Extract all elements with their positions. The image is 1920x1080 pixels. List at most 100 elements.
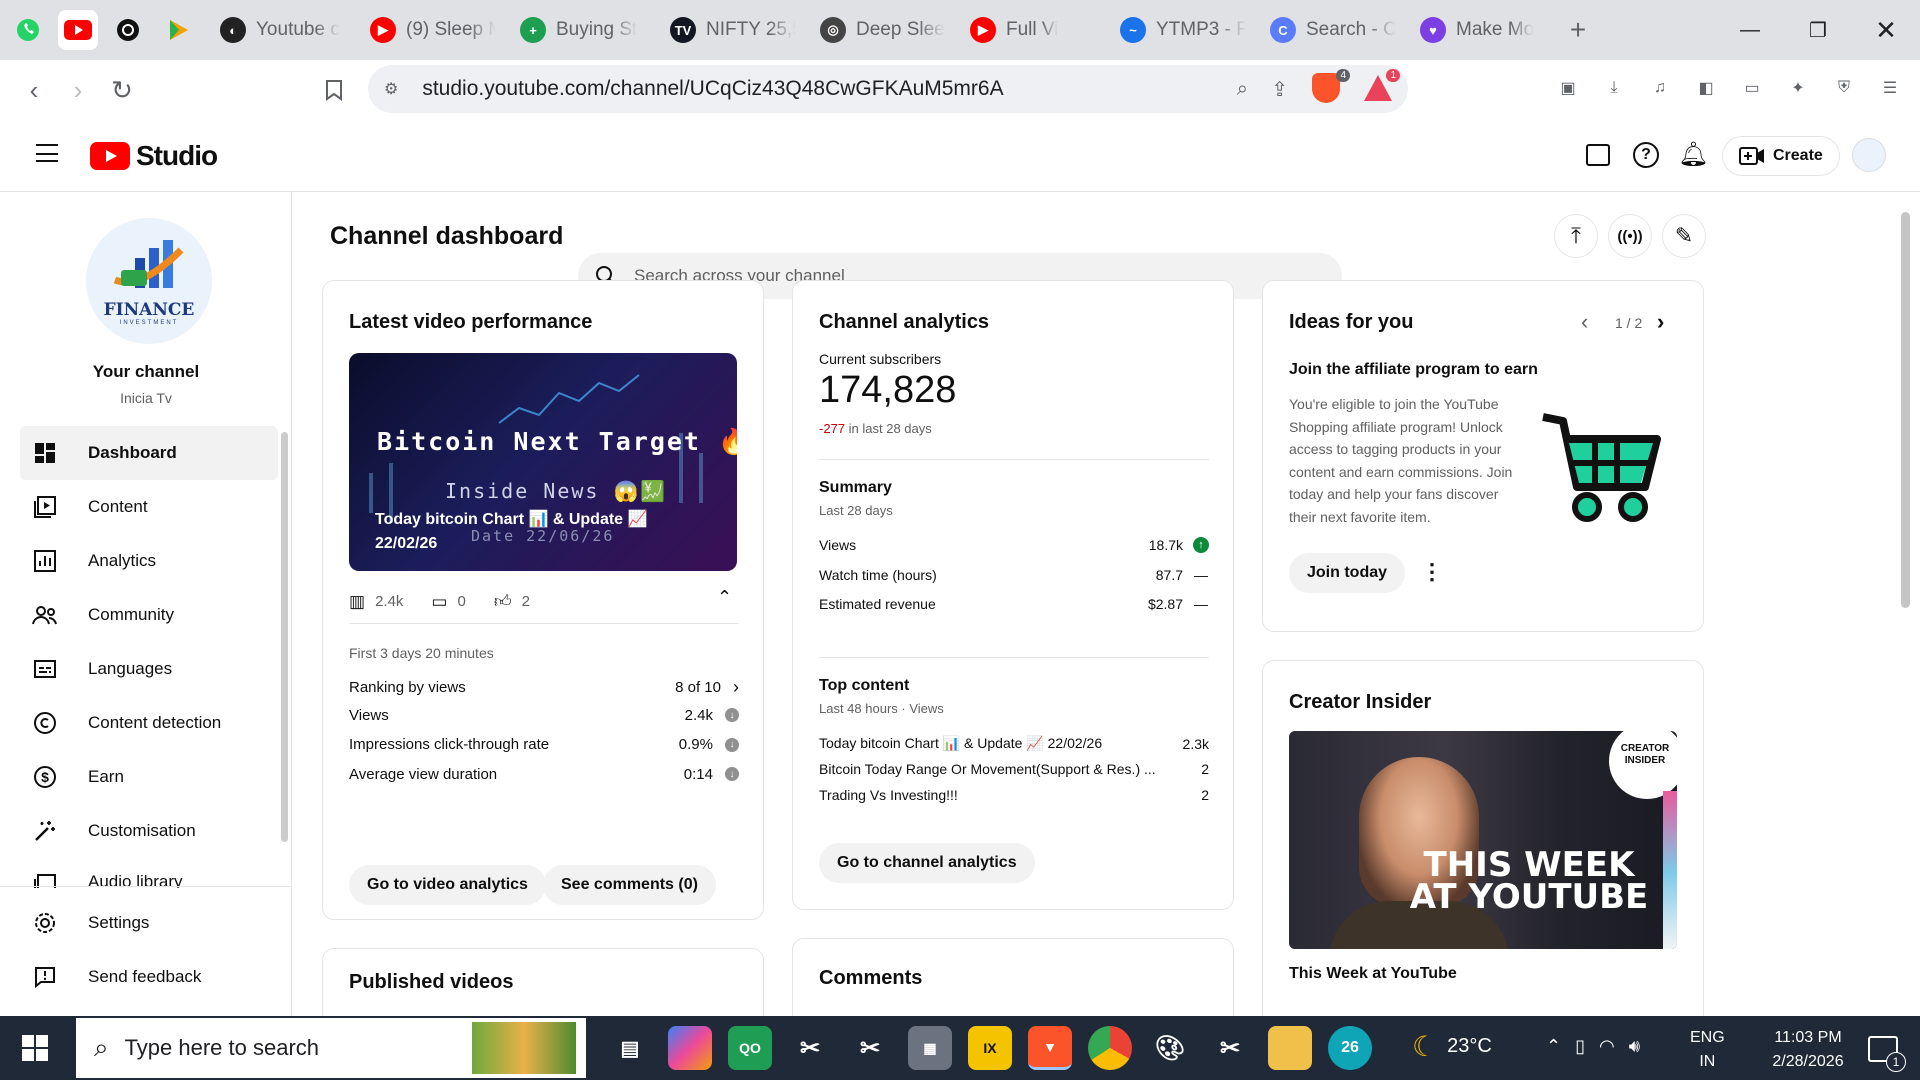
calculator-icon[interactable]: ▦: [908, 1026, 952, 1070]
news-icon[interactable]: 26: [1328, 1026, 1372, 1070]
start-button[interactable]: [0, 1016, 70, 1080]
minimize-button[interactable]: —: [1716, 0, 1784, 60]
sidebar-item-earn[interactable]: $ Earn: [20, 750, 278, 804]
sidebar-item-content[interactable]: Content: [20, 480, 278, 534]
browser-tab[interactable]: + Buying St: [508, 10, 658, 50]
browser-tab[interactable]: C Search - C: [1258, 10, 1408, 50]
create-button[interactable]: Create: [1722, 136, 1840, 176]
go-to-channel-analytics-button[interactable]: Go to channel analytics: [819, 843, 1035, 883]
brave-taskbar-icon[interactable]: ▼: [1028, 1026, 1072, 1070]
ideas-prev-icon[interactable]: ‹: [1581, 309, 1588, 335]
sidebar-item-settings[interactable]: Settings: [20, 896, 278, 950]
video-stat-row[interactable]: Ranking by views 8 of 10 ›: [349, 677, 739, 698]
top-content-row[interactable]: Trading Vs Investing!!! 2: [819, 787, 1209, 803]
share-icon[interactable]: ⇪: [1271, 77, 1288, 102]
ideas-next-icon[interactable]: ›: [1657, 309, 1664, 335]
channel-avatar[interactable]: FINANCE INVESTMENT: [86, 218, 212, 344]
browser-tab[interactable]: ▶ (9) Sleep M: [358, 10, 508, 50]
sidebar-scrollbar[interactable]: [281, 432, 288, 842]
create-post-icon[interactable]: ✎: [1662, 214, 1706, 258]
sidebar-item-analytics[interactable]: Analytics: [20, 534, 278, 588]
go-live-icon[interactable]: ((•)): [1608, 214, 1652, 258]
studio-logo[interactable]: Studio: [90, 140, 218, 172]
reader-mode-icon[interactable]: ▣: [1550, 70, 1586, 106]
video-thumbnail[interactable]: Bitcoin Next Target 🔥🔥 Inside News 😱💹 To…: [349, 353, 737, 571]
more-options-icon[interactable]: ⋮: [1421, 559, 1443, 585]
bookmark-icon[interactable]: [312, 68, 356, 112]
task-view-icon[interactable]: ▤: [608, 1026, 652, 1070]
feedback-icon[interactable]: [1586, 144, 1610, 166]
chatgpt-pinned-tab[interactable]: [108, 10, 148, 50]
forward-icon[interactable]: ›: [56, 68, 100, 112]
zoom-icon[interactable]: ⌕: [1237, 78, 1248, 101]
wallet-icon[interactable]: ▭: [1734, 70, 1770, 106]
main-scrollbar[interactable]: [1901, 212, 1910, 608]
player-pinned-tab[interactable]: [158, 10, 198, 50]
collapse-chevron-icon[interactable]: ⌃: [717, 587, 732, 608]
capcut-icon[interactable]: ✂: [788, 1026, 832, 1070]
menu-icon[interactable]: ☰: [1872, 70, 1908, 106]
chevron-right-icon[interactable]: ›: [733, 677, 739, 698]
sidebar-icon[interactable]: ◧: [1688, 70, 1724, 106]
youtube-pinned-tab[interactable]: [58, 10, 98, 50]
sidebar-item-feedback[interactable]: Send feedback: [20, 950, 278, 1004]
join-today-button[interactable]: Join today: [1289, 553, 1406, 593]
wifi-icon[interactable]: ◠: [1599, 1036, 1615, 1057]
weather-temp[interactable]: 23°C: [1447, 1035, 1492, 1058]
volume-icon[interactable]: 🔊︎: [1629, 1036, 1640, 1057]
sidebar-item-languages[interactable]: Languages: [20, 642, 278, 696]
site-settings-icon[interactable]: ⚙: [384, 79, 398, 99]
go-to-video-analytics-button[interactable]: Go to video analytics: [349, 865, 546, 905]
comments-icon: ▭: [431, 591, 448, 611]
music-icon[interactable]: ♫: [1642, 70, 1678, 106]
vpn-icon[interactable]: ⛨: [1826, 70, 1862, 106]
language-indicator[interactable]: ENG IN: [1690, 1026, 1725, 1074]
back-icon[interactable]: ‹: [12, 68, 56, 112]
sidebar-item-content-detection[interactable]: Content detection: [20, 696, 278, 750]
see-comments-button[interactable]: See comments (0): [543, 865, 716, 905]
browser-tab[interactable]: ♥ Make Mo: [1408, 10, 1558, 50]
tray-chevron-icon[interactable]: ⌃: [1546, 1036, 1561, 1057]
sidebar-item-customisation[interactable]: Customisation: [20, 804, 278, 858]
whatsapp-pinned-tab[interactable]: [8, 10, 48, 50]
account-avatar[interactable]: [1852, 138, 1886, 172]
browser-tab[interactable]: ◎ Deep Slee: [808, 10, 958, 50]
leo-ai-icon[interactable]: ✦: [1780, 70, 1816, 106]
capcut-2-icon[interactable]: ✂: [848, 1026, 892, 1070]
sidebar-item-dashboard[interactable]: Dashboard: [20, 426, 278, 480]
taskbar-search[interactable]: ⌕ Type here to search: [76, 1018, 586, 1078]
tray-device-icon[interactable]: ▯: [1575, 1036, 1585, 1057]
capcut-3-icon[interactable]: ✂: [1208, 1026, 1252, 1070]
tab-favicon-icon: ▶: [970, 17, 996, 43]
browser-tab[interactable]: ▶ Full Vi: [958, 10, 1108, 50]
paint-icon[interactable]: 🎨︎: [1148, 1026, 1192, 1070]
upload-icon[interactable]: ⤒: [1554, 214, 1598, 258]
sidebar-item-community[interactable]: Community: [20, 588, 278, 642]
close-window-button[interactable]: ✕: [1852, 0, 1920, 60]
stat-label: Views: [349, 706, 389, 724]
reload-icon[interactable]: ↻: [100, 68, 144, 112]
address-bar[interactable]: ⚙ studio.youtube.com/channel/UCqCiz43Q48…: [368, 65, 1408, 113]
new-tab-button[interactable]: +: [1558, 14, 1598, 46]
hamburger-menu-icon[interactable]: [36, 144, 58, 162]
download-icon[interactable]: ⤓: [1596, 70, 1632, 106]
restore-button[interactable]: ❐: [1784, 0, 1852, 60]
trend-down-icon: ↓: [725, 737, 739, 752]
file-explorer-icon[interactable]: [1268, 1026, 1312, 1070]
browser-tab[interactable]: TV NIFTY 25,5: [658, 10, 808, 50]
creator-insider-thumbnail[interactable]: CREATOR INSIDER THIS WEEK AT YOUTUBE: [1289, 731, 1677, 949]
notifications-icon[interactable]: 🔔︎: [1678, 140, 1708, 169]
ix-app-icon[interactable]: IX: [968, 1026, 1012, 1070]
taskbar-search-placeholder: Type here to search: [124, 1035, 320, 1060]
sidebar-item-audio-library[interactable]: Audio library: [20, 858, 278, 888]
qo-app-icon[interactable]: QO: [728, 1026, 772, 1070]
copilot-icon[interactable]: [668, 1026, 712, 1070]
chrome-icon[interactable]: [1088, 1026, 1132, 1070]
top-content-row[interactable]: Today bitcoin Chart 📊 & Update 📈 22/02/2…: [819, 735, 1209, 752]
browser-tab[interactable]: ~ YTMP3 - F: [1108, 10, 1258, 50]
url-text[interactable]: studio.youtube.com/channel/UCqCiz43Q48Cw…: [422, 77, 1003, 101]
clock[interactable]: 11:03 PM 2/28/2026: [1748, 1026, 1868, 1074]
top-content-row[interactable]: Bitcoin Today Range Or Movement(Support …: [819, 761, 1209, 777]
help-icon[interactable]: ?: [1633, 142, 1659, 168]
browser-tab[interactable]: ◐ Youtube c: [208, 10, 358, 50]
